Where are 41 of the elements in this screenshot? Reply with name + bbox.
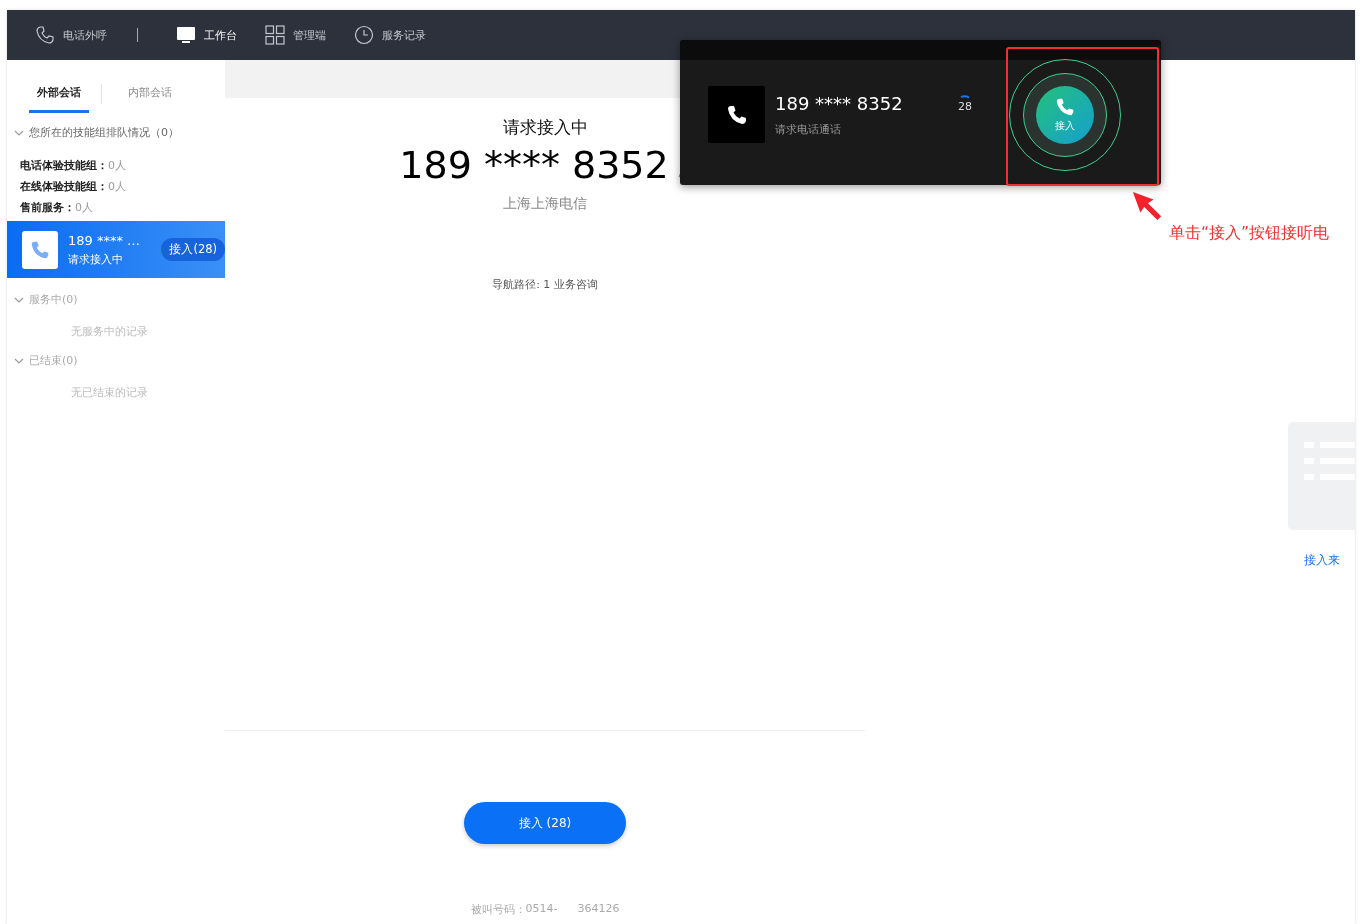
group-count: 0人: [108, 179, 126, 194]
countdown: 28: [958, 99, 972, 113]
callee-number: 364126: [577, 902, 620, 917]
group-count: 0人: [108, 158, 126, 173]
caller-number: 189 **** …: [68, 232, 142, 248]
group-name: 电话体验技能组：: [20, 158, 108, 173]
queue-section-header[interactable]: 您所在的技能组排队情况（0）: [7, 125, 225, 140]
annotation-arrow: [1131, 190, 1163, 222]
callee-label: 被叫号码：: [470, 902, 526, 917]
accept-button[interactable]: 接入 (28): [464, 802, 626, 844]
callee-number: 0514-: [525, 902, 558, 917]
group-count: 0人: [75, 200, 93, 215]
caller-location: 上海上海电信: [503, 195, 587, 213]
call-subtitle: 请求电话通话: [775, 121, 842, 137]
monitor-icon: [176, 25, 196, 45]
accept-call-link[interactable]: 接入来: [1304, 552, 1340, 569]
clock-icon: [354, 25, 374, 45]
countdown-arc-icon: [958, 94, 972, 100]
nav-item[interactable]: 管理端: [265, 25, 326, 45]
call-status: 请求接入中: [68, 251, 124, 267]
phone-icon: [708, 86, 765, 143]
nav-item[interactable]: 服务记录: [354, 25, 426, 45]
call-title: 请求接入中: [502, 116, 588, 139]
annotation-text: 单击“接入”按钮接听电: [1169, 223, 1330, 244]
nav-item[interactable]: 工作台: [176, 25, 237, 45]
session-tab[interactable]: 外部会话: [29, 85, 89, 113]
phone-icon: [1054, 96, 1076, 118]
navigation-path: 导航路径: 1 业务咨询: [492, 277, 598, 292]
empty-text: 无服务中的记录: [70, 324, 149, 339]
group-name: 售前服务：: [20, 200, 75, 215]
group-name: 在线体验技能组：: [20, 179, 108, 194]
empty-text: 无已结束的记录: [70, 385, 149, 400]
nav-item[interactable]: 电话外呼: [35, 25, 107, 45]
caller-number: 189 **** 8352: [775, 92, 904, 114]
phone-icon: [35, 25, 55, 45]
caller-number: 189 **** 8352: [399, 143, 669, 187]
session-tab[interactable]: 内部会话: [120, 85, 180, 113]
grid-icon: [265, 25, 285, 45]
call-list-item[interactable]: 189 **** … 请求接入中 接入(28): [7, 221, 225, 278]
accept-button[interactable]: 接入(28): [161, 238, 225, 261]
phone-icon: [22, 230, 58, 269]
